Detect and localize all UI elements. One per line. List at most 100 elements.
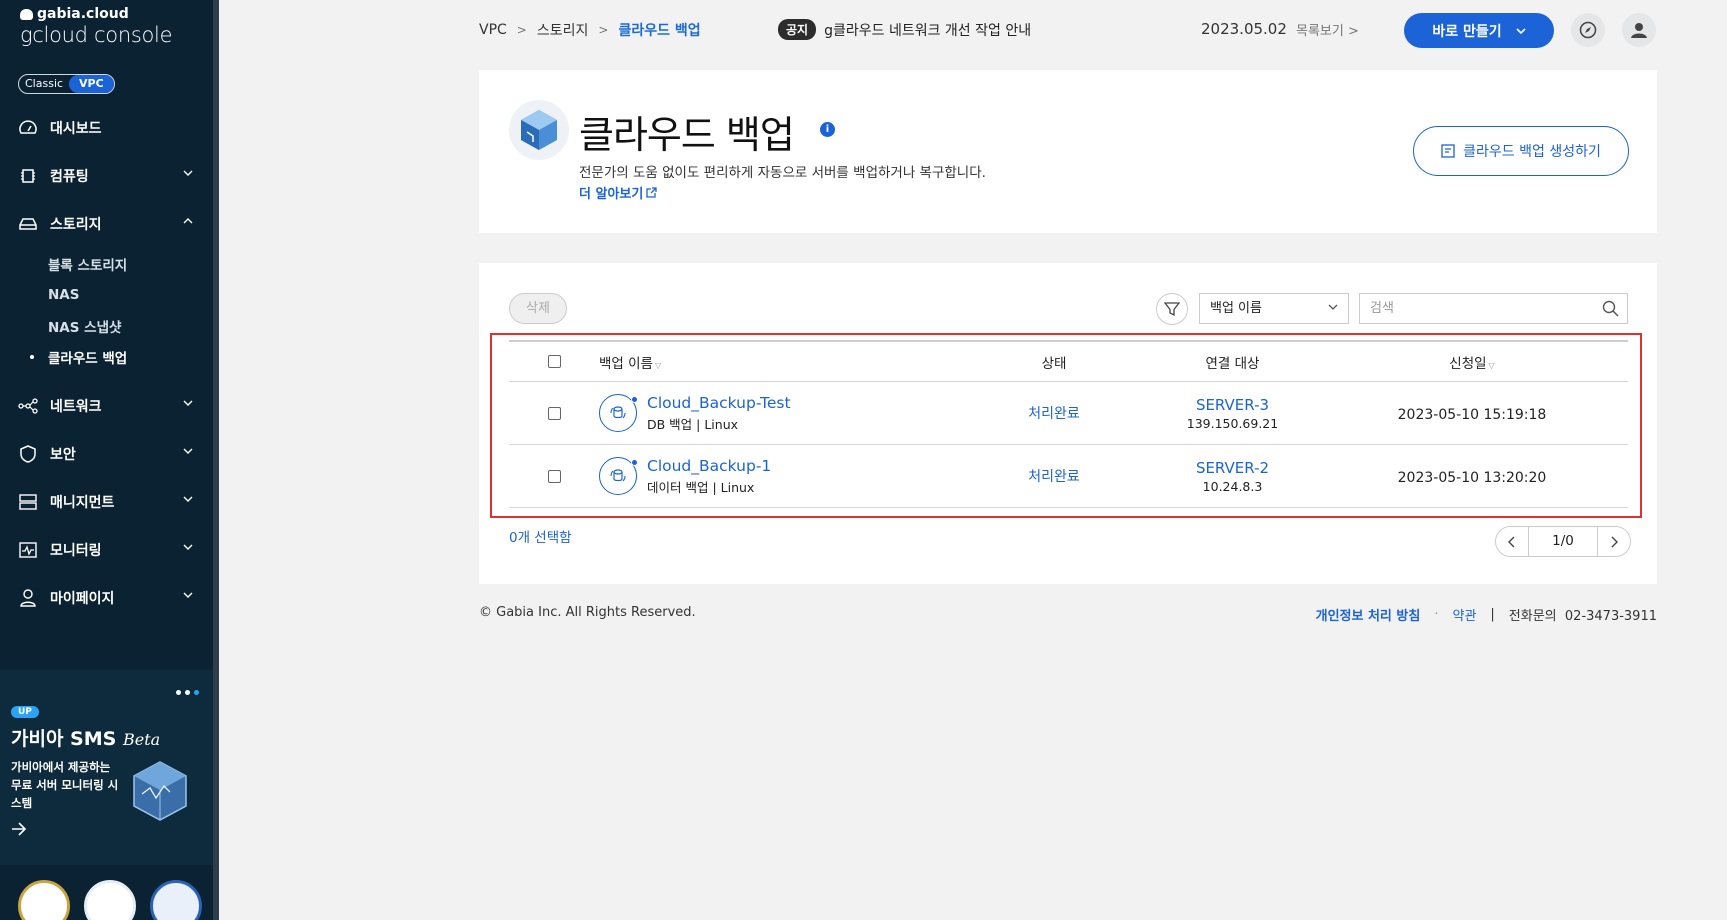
sidebar-sub-nas-snapshot[interactable]: NAS 스냅샷 — [0, 310, 213, 341]
status-link[interactable]: 처리완료 — [1028, 406, 1080, 422]
chevron-down-icon — [1516, 27, 1526, 34]
active-bullet — [30, 354, 34, 359]
sidebar-item-label: 마이페이지 — [50, 591, 115, 607]
dashboard-icon — [18, 118, 38, 138]
notice-tag: 공지 — [778, 19, 817, 40]
status-link[interactable]: 처리완료 — [1028, 469, 1080, 485]
sidebar-scrollbar[interactable] — [213, 0, 219, 920]
mode-classic[interactable]: Classic — [19, 75, 69, 93]
column-header-date[interactable]: 신청일 ▽ — [1316, 352, 1628, 372]
notice-date: 2023.05.02 — [1201, 20, 1287, 38]
request-date: 2023-05-10 15:19:18 — [1397, 406, 1547, 423]
sidebar-item-security[interactable]: 보안 — [0, 430, 213, 478]
sidebar-item-mypage[interactable]: 마이페이지 — [0, 574, 213, 622]
phone-info: 전화문의 02-3473-3911 — [1508, 609, 1657, 624]
backup-list-card: 삭제 백업 이름 백업 이름▽ 상태 연결 대상 신청일▽ — [479, 263, 1657, 584]
privacy-policy-link[interactable]: 개인정보 처리 방침 — [1316, 605, 1421, 624]
prev-page-button[interactable] — [1496, 526, 1528, 557]
sidebar-sub-cloud-backup[interactable]: 클라우드 백업 — [0, 341, 213, 372]
mode-switch[interactable]: Classic VPC — [18, 74, 115, 94]
chevron-right-icon: > — [1347, 24, 1359, 39]
sidebar-item-computing[interactable]: 컴퓨팅 — [0, 152, 213, 200]
filter-button[interactable] — [1156, 293, 1188, 325]
breadcrumb-current: 클라우드 백업 — [618, 23, 701, 39]
sidebar-item-network[interactable]: 네트워크 — [0, 382, 213, 430]
chevron-down-icon — [183, 544, 193, 550]
page-title: 클라우드 백업 — [579, 113, 795, 157]
profile-button[interactable] — [1622, 13, 1656, 47]
create-cloud-backup-button[interactable]: 클라우드 백업 생성하기 — [1413, 126, 1629, 176]
notice-banner[interactable]: 공지 g클라우드 네트워크 개선 작업 안내 — [778, 19, 1031, 40]
sidebar-item-monitoring[interactable]: 모니터링 — [0, 526, 213, 574]
backup-name-link[interactable]: Cloud_Backup-Test — [647, 394, 791, 412]
next-page-button[interactable] — [1598, 526, 1630, 557]
user-icon — [18, 588, 38, 608]
server-link[interactable]: SERVER-3 — [1149, 396, 1316, 414]
terms-link[interactable]: 약관 — [1452, 605, 1476, 624]
search-field-select[interactable]: 백업 이름 — [1199, 293, 1349, 324]
column-header-name[interactable]: 백업 이름 ▽ — [599, 352, 959, 372]
server-icon — [18, 492, 38, 512]
search-input[interactable] — [1360, 294, 1590, 323]
user-icon — [1631, 23, 1647, 38]
notice-text[interactable]: g클라우드 네트워크 개선 작업 안내 — [824, 20, 1031, 40]
search-icon[interactable] — [1602, 300, 1619, 317]
backup-create-icon — [1441, 144, 1455, 158]
delete-button[interactable]: 삭제 — [509, 293, 567, 324]
sidebar-item-management[interactable]: 매니지먼트 — [0, 478, 213, 526]
monitor-icon — [18, 540, 38, 560]
request-date: 2023-05-10 13:20:20 — [1397, 469, 1547, 486]
compass-button[interactable] — [1571, 13, 1605, 47]
cert-badge-icon — [18, 880, 70, 920]
sidebar-sub-label: 클라우드 백업 — [48, 350, 128, 367]
chevron-up-icon — [183, 218, 193, 224]
table-row[interactable]: Cloud_Backup-Test DB 백업 | Linux 처리완료 SER… — [509, 382, 1628, 445]
learn-more-link[interactable]: 더 알아보기 — [579, 183, 657, 202]
sidebar-item-storage[interactable]: 스토리지 — [0, 200, 213, 248]
backup-icon — [599, 457, 638, 495]
sidebar-nav: 대시보드 컴퓨팅 스토리지 블록 스토리지 NAS NAS 스냅샷 클라우드 백… — [0, 104, 213, 622]
breadcrumb: VPC > 스토리지 > 클라우드 백업 — [479, 20, 701, 40]
search-box[interactable] — [1359, 293, 1628, 324]
chevron-right-icon — [1611, 536, 1618, 547]
brand-title: gcloud console — [20, 23, 173, 47]
promo-banner[interactable]: UP 가비아 SMS Beta 가비아에서 제공하는 무료 서버 모니터링 시스… — [0, 670, 213, 865]
row-checkbox[interactable] — [547, 406, 561, 420]
sidebar-sub-nas[interactable]: NAS — [0, 279, 213, 310]
chevron-down-icon — [1328, 304, 1338, 310]
copyright: © Gabia Inc. All Rights Reserved. — [479, 605, 696, 620]
row-checkbox[interactable] — [547, 469, 561, 483]
server-link[interactable]: SERVER-2 — [1149, 459, 1316, 477]
server-ip: 139.150.69.21 — [1186, 415, 1279, 431]
info-icon[interactable]: i — [820, 122, 835, 137]
sidebar-item-label: 대시보드 — [50, 121, 102, 137]
chevron-down-icon — [183, 496, 193, 502]
select-all-checkbox[interactable] — [547, 355, 561, 368]
breadcrumb-separator-icon: > — [598, 23, 609, 37]
notice-list-link[interactable]: 목록보기 > — [1296, 20, 1359, 39]
sidebar: gabia.cloud gcloud console Classic VPC 대… — [0, 0, 213, 920]
brand-small: gabia.cloud — [37, 6, 129, 22]
sidebar-item-label: 스토리지 — [50, 217, 102, 233]
quick-create-label: 바로 만들기 — [1432, 23, 1502, 40]
carousel-dots[interactable] — [176, 690, 199, 695]
brand-logo[interactable]: gabia.cloud gcloud console — [20, 6, 173, 47]
table-row[interactable]: Cloud_Backup-1 데이터 백업 | Linux 처리완료 SERVE… — [509, 445, 1628, 508]
chevron-left-icon — [1508, 536, 1515, 547]
sidebar-sub-block-storage[interactable]: 블록 스토리지 — [0, 248, 213, 279]
backup-name-link[interactable]: Cloud_Backup-1 — [647, 457, 771, 475]
mode-vpc[interactable]: VPC — [69, 75, 114, 93]
certification-badges — [18, 880, 202, 920]
breadcrumb-vpc[interactable]: VPC — [479, 22, 507, 38]
breadcrumb-separator-icon: > — [516, 23, 527, 37]
storage-icon — [18, 214, 38, 234]
quick-create-button[interactable]: 바로 만들기 — [1404, 13, 1554, 48]
breadcrumb-storage[interactable]: 스토리지 — [537, 20, 589, 40]
sort-icon: ▽ — [654, 360, 662, 370]
cloud-backup-service-icon — [509, 100, 569, 160]
shield-icon — [18, 444, 38, 464]
sidebar-item-dashboard[interactable]: 대시보드 — [0, 104, 213, 152]
promo-title: 가비아 SMS Beta — [11, 728, 161, 750]
arrow-right-icon[interactable] — [11, 822, 27, 836]
server-ip: 10.24.8.3 — [1202, 478, 1263, 494]
